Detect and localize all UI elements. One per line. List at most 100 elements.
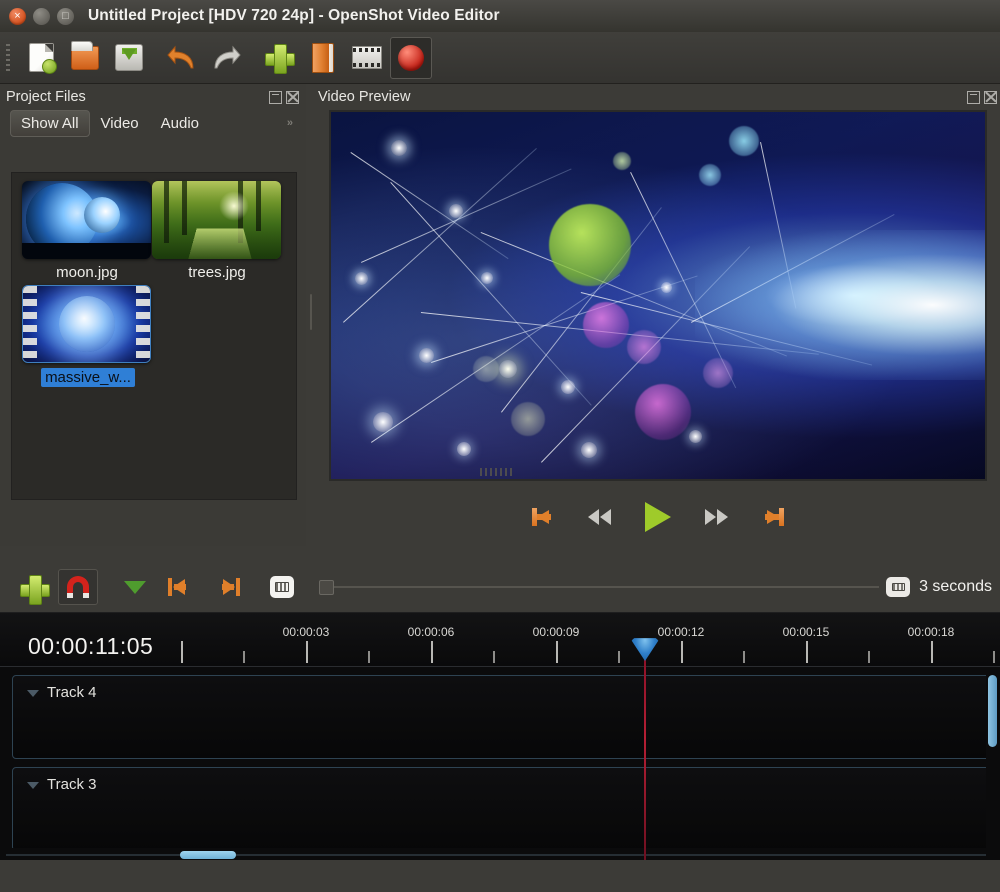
status-bar — [0, 860, 1000, 892]
playhead-line — [644, 657, 646, 860]
window-controls: × □ — [9, 8, 74, 25]
minimize-window-button[interactable] — [33, 8, 50, 25]
add-title-button[interactable] — [302, 37, 344, 79]
timeline-zoom-slider[interactable] — [319, 577, 879, 597]
file-name-label-selected: massive_w... — [41, 368, 135, 387]
playhead-timecode: 00:00:11:05 — [28, 633, 153, 660]
zoom-level-indicator: 3 seconds — [886, 577, 992, 597]
file-thumbnail[interactable] — [22, 181, 151, 259]
timeline-track-4[interactable]: Track 4 — [12, 675, 990, 759]
horizontal-scrollbar-thumb[interactable] — [180, 851, 236, 859]
panel-splitter-handle[interactable] — [306, 84, 316, 546]
horizontal-scrollbar-track — [6, 854, 986, 856]
snapping-toggle-button[interactable] — [58, 569, 98, 605]
light-flare — [695, 230, 985, 380]
ruler-tick-major — [806, 641, 808, 663]
video-preview-display[interactable] — [329, 110, 987, 481]
timeline-horizontal-scrollbar[interactable] — [0, 848, 1000, 860]
add-marker-button[interactable] — [115, 569, 155, 605]
choose-profile-button[interactable] — [346, 37, 388, 79]
save-disk-icon — [115, 44, 143, 71]
previous-marker-button[interactable] — [161, 569, 201, 605]
rewind-button[interactable] — [585, 503, 619, 531]
project-files-panel-actions — [269, 91, 302, 104]
timeline-track-3[interactable]: Track 3 — [12, 767, 990, 851]
project-files-panel: Project Files Show All Video Audio » moo… — [0, 84, 306, 546]
playhead-handle[interactable] — [630, 635, 660, 669]
float-panel-icon[interactable] — [269, 91, 282, 104]
center-on-playhead-button[interactable] — [262, 569, 302, 605]
filmstrip-icon — [352, 46, 382, 69]
openshot-window: × □ Untitled Project [HDV 720 24p] - Ope… — [0, 0, 1000, 892]
fast-forward-button[interactable] — [697, 503, 731, 531]
green-down-triangle-icon — [124, 581, 146, 594]
center-playhead-icon — [270, 576, 294, 598]
file-name-label: trees.jpg — [152, 264, 282, 281]
redo-arrow-icon — [211, 45, 241, 71]
ruler-tick-minor — [868, 651, 870, 663]
ruler-tick-major — [306, 641, 308, 663]
timeline-vertical-scrollbar[interactable] — [986, 669, 1000, 859]
ruler-label: 00:00:15 — [783, 625, 830, 639]
previous-marker-icon — [168, 578, 194, 596]
title-bar: × □ Untitled Project [HDV 720 24p] - Ope… — [0, 0, 1000, 32]
jump-to-start-button[interactable] — [529, 503, 563, 531]
close-panel-icon[interactable] — [286, 91, 299, 104]
next-marker-button[interactable] — [207, 569, 247, 605]
ruler-tick-minor — [243, 651, 245, 663]
list-item[interactable]: massive_w... — [22, 285, 152, 392]
orange-book-icon — [312, 43, 334, 73]
new-project-button[interactable] — [20, 37, 62, 79]
file-thumbnail[interactable] — [22, 285, 151, 363]
chevron-down-icon[interactable] — [27, 782, 39, 789]
maximize-window-button[interactable]: □ — [57, 8, 74, 25]
ruler-tick-major — [931, 641, 933, 663]
project-files-list[interactable]: moon.jpg trees.jpg — [11, 172, 297, 500]
jump-to-end-button[interactable] — [753, 503, 787, 531]
undo-button[interactable] — [161, 37, 203, 79]
video-thumbnail-image — [23, 286, 150, 362]
ruler-tick-major — [681, 641, 683, 663]
filter-video-button[interactable]: Video — [90, 110, 150, 137]
filter-show-all-button[interactable]: Show All — [10, 110, 90, 137]
horizontal-splitter-handle[interactable] — [480, 468, 514, 476]
play-button[interactable] — [641, 503, 675, 531]
vertical-scrollbar-thumb[interactable] — [988, 675, 997, 747]
redo-button[interactable] — [205, 37, 247, 79]
timeline-ruler[interactable]: 00:00:11:05 00:00:03 00:00:06 00:00:09 0… — [0, 613, 1000, 667]
ruler-tick-minor — [368, 651, 370, 663]
list-item[interactable]: trees.jpg — [152, 181, 282, 281]
rewind-icon — [588, 509, 616, 525]
zoom-level-icon — [886, 577, 910, 597]
open-project-button[interactable] — [64, 37, 106, 79]
add-track-button[interactable] — [12, 569, 52, 605]
import-files-button[interactable] — [258, 37, 300, 79]
toolbar-grip-handle[interactable] — [4, 43, 14, 73]
float-panel-icon[interactable] — [967, 91, 980, 104]
main-toolbar — [0, 32, 1000, 84]
jump-start-icon — [532, 508, 560, 526]
video-preview-panel: Video Preview — [316, 84, 1000, 546]
window-title: Untitled Project [HDV 720 24p] - OpenSho… — [88, 7, 500, 25]
filter-audio-button[interactable]: Audio — [150, 110, 210, 137]
ruler-tick-major — [556, 641, 558, 663]
ruler-tick-major — [181, 641, 183, 663]
chevron-down-icon[interactable] — [27, 690, 39, 697]
ruler-label: 00:00:03 — [283, 625, 330, 639]
close-panel-icon[interactable] — [984, 91, 997, 104]
zoom-slider-thumb[interactable] — [319, 580, 334, 595]
preview-frame-content — [331, 112, 985, 479]
export-video-button[interactable] — [390, 37, 432, 79]
close-window-button[interactable]: × — [9, 8, 26, 25]
timeline-area[interactable]: 00:00:11:05 00:00:03 00:00:06 00:00:09 0… — [0, 612, 1000, 860]
video-preview-panel-actions — [967, 91, 1000, 104]
zoom-slider-track — [319, 586, 879, 588]
save-project-button[interactable] — [108, 37, 150, 79]
list-item[interactable]: moon.jpg — [22, 181, 152, 281]
ruler-label: 00:00:09 — [533, 625, 580, 639]
ruler-tick-minor — [493, 651, 495, 663]
filter-overflow-chevron-icon[interactable]: » — [287, 117, 296, 129]
ruler-tick-minor — [618, 651, 620, 663]
file-thumbnail[interactable] — [152, 181, 281, 259]
next-marker-icon — [214, 578, 240, 596]
